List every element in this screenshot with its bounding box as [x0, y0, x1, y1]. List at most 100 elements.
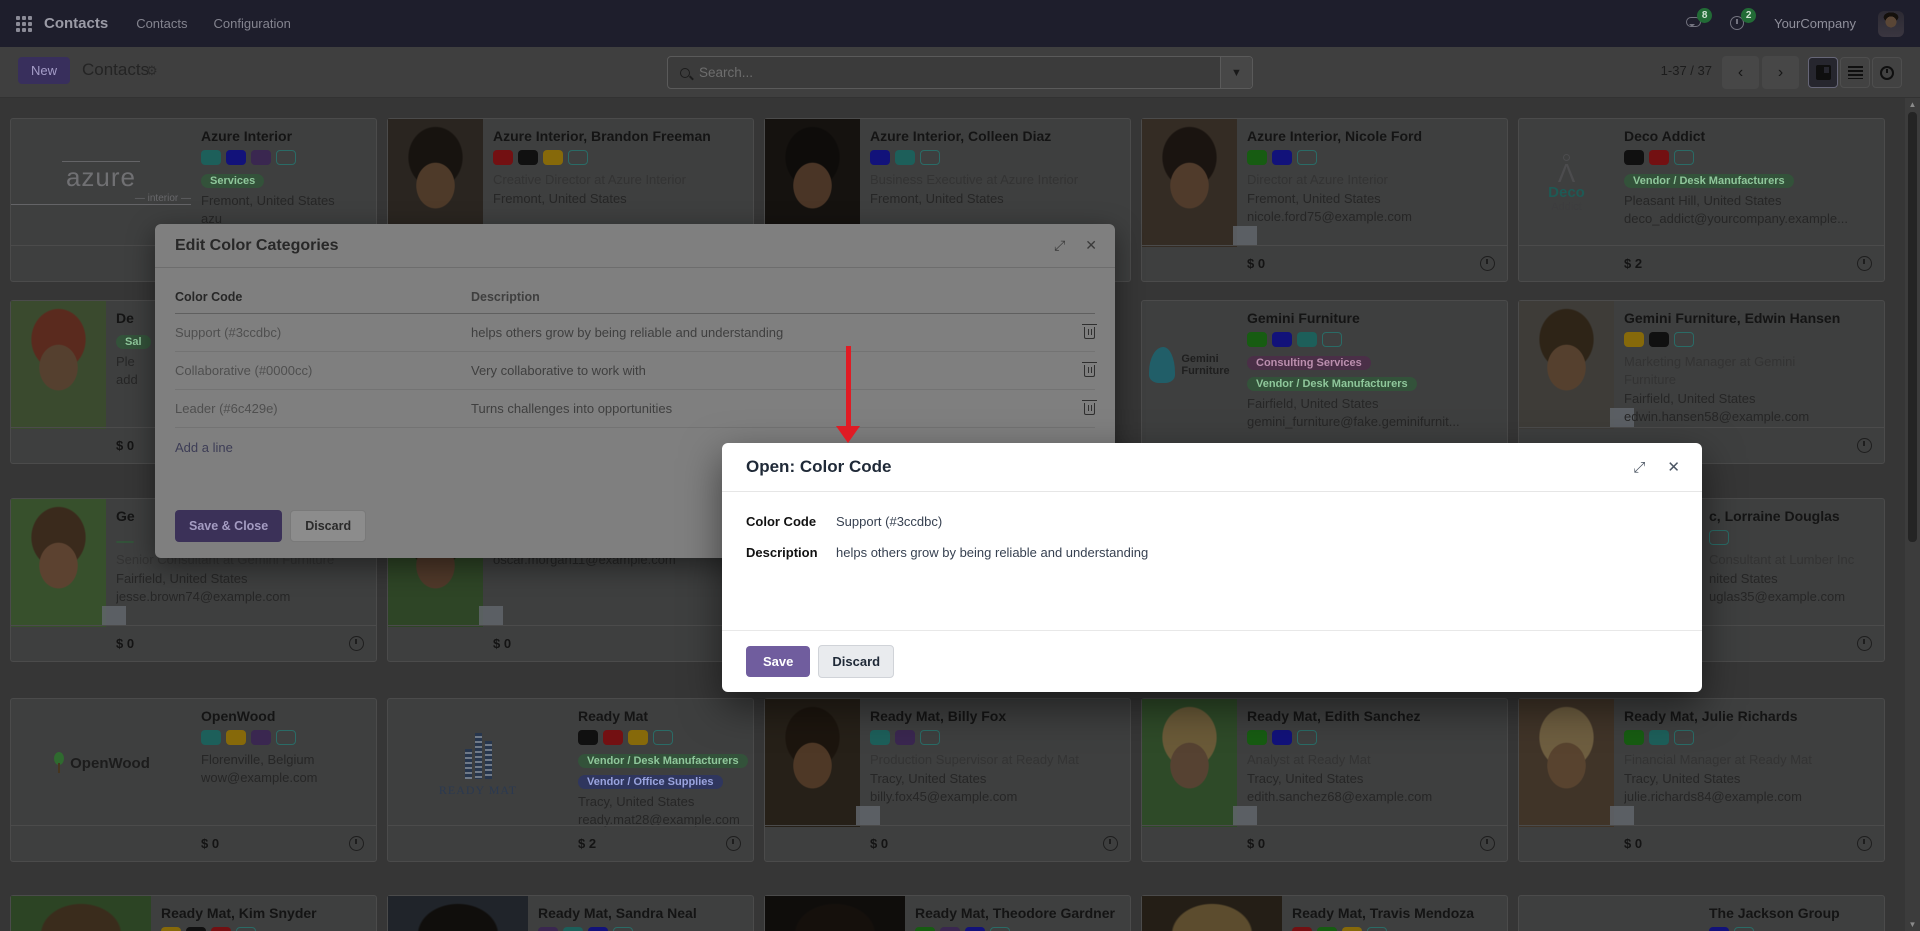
table-row[interactable]: Collaborative (#0000cc) Very collaborati…: [175, 352, 1097, 390]
scroll-up-icon[interactable]: ▲: [1905, 100, 1920, 109]
messages-icon[interactable]: 8: [1686, 7, 1713, 34]
color-dot-teal[interactable]: [201, 150, 221, 165]
color-dot-teal[interactable]: [563, 927, 583, 931]
cell-description[interactable]: Very collaborative to work with: [471, 363, 1065, 378]
search-input[interactable]: [699, 65, 1220, 80]
activity-clock-icon[interactable]: [1103, 836, 1118, 851]
contact-card[interactable]: Ready Mat, Billy Fox Production Superviso…: [764, 698, 1131, 862]
color-dot-purple[interactable]: [251, 730, 271, 745]
pager-next-button[interactable]: ›: [1762, 56, 1799, 89]
activity-clock-icon[interactable]: [1480, 836, 1495, 851]
color-dot-gold[interactable]: [628, 730, 648, 745]
color-dot-black[interactable]: [1649, 332, 1669, 347]
opportunities-amount[interactable]: $ 0: [493, 636, 511, 651]
scrollbar-thumb[interactable]: [1908, 112, 1917, 542]
color-dot-outline[interactable]: [236, 927, 256, 931]
color-dot-black[interactable]: [186, 927, 206, 931]
delete-row-icon[interactable]: [1081, 399, 1097, 415]
contact-card[interactable]: Ready Mat, Theodore Gardner: [764, 895, 1131, 931]
company-name[interactable]: YourCompany: [1774, 16, 1856, 31]
color-dot-red[interactable]: [211, 927, 231, 931]
view-switch-activity[interactable]: [1872, 57, 1902, 88]
cell-description[interactable]: Turns challenges into opportunities: [471, 401, 1065, 416]
contact-card[interactable]: Ready Mat, Edith Sanchez Analyst at Ready…: [1141, 698, 1508, 862]
apps-menu-icon[interactable]: [16, 15, 32, 32]
discard-button[interactable]: Discard: [290, 510, 367, 542]
close-icon[interactable]: ✕: [1667, 458, 1680, 476]
close-icon[interactable]: ✕: [1085, 237, 1097, 254]
color-dot-outline[interactable]: [1297, 730, 1317, 745]
color-dot-navy[interactable]: [588, 927, 608, 931]
color-dot-navy[interactable]: [1272, 730, 1292, 745]
contact-card[interactable]: Gemini Furniture, Edwin Hansen Marketing …: [1518, 300, 1885, 464]
color-dot-purple[interactable]: [895, 730, 915, 745]
expand-icon[interactable]: ⤢: [1054, 237, 1065, 254]
color-dot-outline[interactable]: [1367, 927, 1387, 931]
opportunities-amount[interactable]: $ 0: [1247, 836, 1265, 851]
contact-card[interactable]: Ready Mat, Sandra Neal: [387, 895, 754, 931]
color-dot-navy[interactable]: [1709, 927, 1729, 931]
color-dot-outline[interactable]: [1322, 332, 1342, 347]
color-dot-purple[interactable]: [538, 927, 558, 931]
contact-card[interactable]: The Jackson Group: [1518, 895, 1885, 931]
cell-color-code[interactable]: Collaborative (#0000cc): [175, 363, 471, 378]
color-dot-navy[interactable]: [226, 150, 246, 165]
vertical-scrollbar[interactable]: ▲ ▼: [1905, 98, 1920, 931]
contact-card[interactable]: Λ Deco Addict Deco Addict Vendor / Desk Manu…: [1518, 118, 1885, 282]
color-dot-outline[interactable]: [613, 927, 633, 931]
menu-configuration[interactable]: Configuration: [214, 16, 291, 31]
gear-icon[interactable]: ⚙: [146, 63, 158, 79]
cell-color-code[interactable]: Support (#3ccdbc): [175, 325, 471, 340]
color-dot-gold[interactable]: [226, 730, 246, 745]
color-dot-black[interactable]: [578, 730, 598, 745]
activities-icon[interactable]: 2: [1730, 7, 1757, 34]
color-dot-red[interactable]: [1292, 927, 1312, 931]
color-dot-teal[interactable]: [870, 730, 890, 745]
table-row[interactable]: Support (#3ccdbc) helps others grow by b…: [175, 314, 1097, 352]
activity-clock-icon[interactable]: [1857, 256, 1872, 271]
scroll-down-icon[interactable]: ▼: [1905, 920, 1920, 929]
color-dot-navy[interactable]: [965, 927, 985, 931]
color-dot-outline[interactable]: [276, 730, 296, 745]
color-dot-green[interactable]: [1317, 927, 1337, 931]
delete-row-icon[interactable]: [1081, 361, 1097, 377]
contact-card[interactable]: READY MAT Ready Mat Vendor / Desk Manufact…: [387, 698, 754, 862]
cell-description[interactable]: helps others grow by being reliable and …: [471, 325, 1065, 340]
description-field[interactable]: helps others grow by being reliable and …: [836, 545, 1148, 560]
color-dot-outline[interactable]: [1674, 730, 1694, 745]
activity-clock-icon[interactable]: [726, 836, 741, 851]
color-dot-navy[interactable]: [1272, 150, 1292, 165]
color-dot-outline[interactable]: [1734, 927, 1754, 931]
color-dot-green[interactable]: [1247, 730, 1267, 745]
opportunities-amount[interactable]: $ 2: [1624, 256, 1642, 271]
color-dot-outline[interactable]: [1709, 530, 1729, 545]
color-dot-outline[interactable]: [1297, 150, 1317, 165]
breadcrumb[interactable]: Contacts: [82, 60, 149, 80]
color-dot-gold[interactable]: [1342, 927, 1362, 931]
opportunities-amount[interactable]: $ 2: [578, 836, 596, 851]
opportunities-amount[interactable]: $ 0: [870, 836, 888, 851]
delete-row-icon[interactable]: [1081, 323, 1097, 339]
opportunities-amount[interactable]: $ 0: [201, 836, 219, 851]
color-dot-red[interactable]: [1649, 150, 1669, 165]
contact-card[interactable]: Ready Mat, Kim Snyder: [10, 895, 377, 931]
opportunities-amount[interactable]: $ 0: [1247, 256, 1265, 271]
color-dot-purple[interactable]: [940, 927, 960, 931]
app-brand[interactable]: Contacts: [44, 15, 108, 32]
color-dot-navy[interactable]: [1272, 332, 1292, 347]
cell-color-code[interactable]: Leader (#6c429e): [175, 401, 471, 416]
color-dot-gold[interactable]: [161, 927, 181, 931]
color-dot-green[interactable]: [915, 927, 935, 931]
color-dot-teal[interactable]: [1649, 730, 1669, 745]
color-dot-outline[interactable]: [1674, 150, 1694, 165]
color-dot-navy[interactable]: [870, 150, 890, 165]
color-dot-red[interactable]: [493, 150, 513, 165]
color-dot-gold[interactable]: [1624, 332, 1644, 347]
contact-card[interactable]: Gemini Furniture Gemini Furniture Consultin…: [1141, 300, 1508, 464]
color-dot-outline[interactable]: [1674, 332, 1694, 347]
color-dot-green[interactable]: [1247, 150, 1267, 165]
color-dot-outline[interactable]: [276, 150, 296, 165]
pager-previous-button[interactable]: ‹: [1722, 56, 1759, 89]
opportunities-amount[interactable]: $ 0: [1624, 836, 1642, 851]
color-dot-outline[interactable]: [568, 150, 588, 165]
